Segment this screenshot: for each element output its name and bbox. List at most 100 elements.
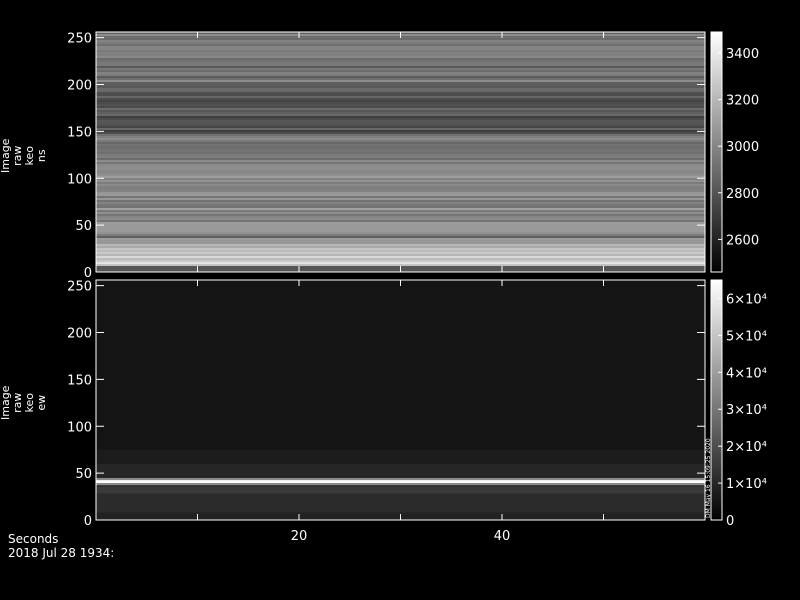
keogram-row: [96, 102, 705, 105]
keogram-row: [96, 106, 705, 109]
keogram-row: [96, 60, 705, 63]
keogram-row: [96, 449, 705, 464]
keogram-row: [96, 72, 705, 75]
keogram-row: [96, 198, 705, 201]
keogram-row: [96, 164, 705, 167]
keogram-row: [96, 108, 705, 111]
keogram-row: [96, 148, 705, 151]
keogram-row: [96, 62, 705, 65]
bright-band-core: [96, 480, 705, 483]
keogram-row: [96, 126, 705, 129]
keogram-row: [96, 54, 705, 57]
keogram-row: [96, 228, 705, 231]
keogram-row: [96, 222, 705, 225]
keogram-row: [96, 216, 705, 219]
keogram-row: [96, 190, 705, 193]
keogram-row: [96, 152, 705, 155]
keogram-row: [96, 120, 705, 123]
keogram-row: [96, 168, 705, 171]
keogram-row: [96, 48, 705, 51]
keogram-row: [96, 92, 705, 95]
keogram-row: [96, 244, 705, 247]
keogram-row: [96, 130, 705, 133]
keogram-row: [96, 200, 705, 203]
keogram-row: [96, 94, 705, 97]
y-tick-label: 250: [67, 32, 92, 47]
keogram-row: [96, 238, 705, 241]
keogram-row: [96, 90, 705, 93]
keogram-row: [96, 170, 705, 173]
keogram-row: [96, 58, 705, 61]
colorbar-tick-label: 5×10⁴: [726, 329, 767, 344]
keogram-row: [96, 78, 705, 81]
keogram-row: [96, 98, 705, 101]
keogram-row: [96, 463, 705, 477]
keogram-row: [96, 220, 705, 223]
colorbar-tick-label: 3200: [726, 94, 759, 109]
ns-ylabel: Image raw keo ns: [0, 138, 48, 173]
keogram-row: [96, 124, 705, 127]
keogram-row: [96, 118, 705, 121]
keogram-row: [96, 70, 705, 73]
keogram-row: [96, 493, 705, 513]
y-tick-label: 0: [84, 514, 92, 529]
keogram-row: [96, 88, 705, 91]
keogram-row: [96, 176, 705, 179]
keogram-row: [96, 160, 705, 163]
keogram-row: [96, 56, 705, 59]
keogram-row: [96, 230, 705, 233]
keogram-row: [96, 110, 705, 113]
y-tick-label: 150: [67, 373, 92, 388]
keogram-row: [96, 258, 705, 261]
keogram-row: [96, 226, 705, 229]
keogram-row: [96, 262, 705, 265]
x-axis-label: Seconds: [8, 532, 59, 546]
keogram-row: [96, 256, 705, 259]
keogram-row: [96, 184, 705, 187]
keogram-row: [96, 206, 705, 209]
keogram-row: [96, 246, 705, 249]
keogram-row: [96, 150, 705, 153]
y-tick-label: 100: [67, 420, 92, 435]
keogram-row: [96, 64, 705, 67]
keogram-row: [96, 136, 705, 139]
keogram-row: [96, 232, 705, 235]
y-tick-label: 50: [75, 219, 92, 234]
colorbar-tick-label: 2800: [726, 187, 759, 202]
keogram-row: [96, 192, 705, 195]
keogram-row: [96, 240, 705, 243]
keogram-row: [96, 252, 705, 255]
keogram-row: [96, 38, 705, 41]
ew-keogram-panel: 0 50 100 150 200 250 20 40 0 1×10⁴ 2×10⁴ 3×10⁴ 4×10⁴…: [67, 279, 767, 544]
keogram-row: [96, 134, 705, 137]
keogram-row: [96, 86, 705, 89]
keogram-row: [96, 140, 705, 143]
keogram-row: [96, 116, 705, 119]
colorbar-tick-label: 2×10⁴: [726, 440, 767, 455]
keogram-row: [96, 210, 705, 213]
keogram-row: [96, 182, 705, 185]
keogram-row: [96, 112, 705, 115]
colorbar-tick-label: 3×10⁴: [726, 403, 767, 418]
keogram-row: [96, 122, 705, 125]
ew-ylabel: Image raw keo ew: [0, 385, 48, 420]
keogram-row: [96, 178, 705, 181]
y-tick-label: 200: [67, 327, 92, 342]
keogram-row: [96, 172, 705, 175]
colorbar: [710, 279, 723, 521]
y-tick-label: 50: [75, 467, 92, 482]
keogram-row: [96, 96, 705, 99]
keogram-row: [96, 52, 705, 55]
keogram-row: [96, 132, 705, 135]
keogram-row: [96, 254, 705, 257]
keogram-row: [96, 42, 705, 45]
keogram-row: [96, 204, 705, 207]
keogram-row: [96, 242, 705, 245]
colorbar: [710, 31, 723, 273]
keogram-row: [96, 154, 705, 157]
keogram-row: [96, 212, 705, 215]
colorbar-note: DM May 16 15:09:25 2020: [705, 438, 712, 518]
y-tick-label: 100: [67, 172, 92, 187]
keogram-row: [96, 248, 705, 251]
keogram-row: [96, 166, 705, 169]
